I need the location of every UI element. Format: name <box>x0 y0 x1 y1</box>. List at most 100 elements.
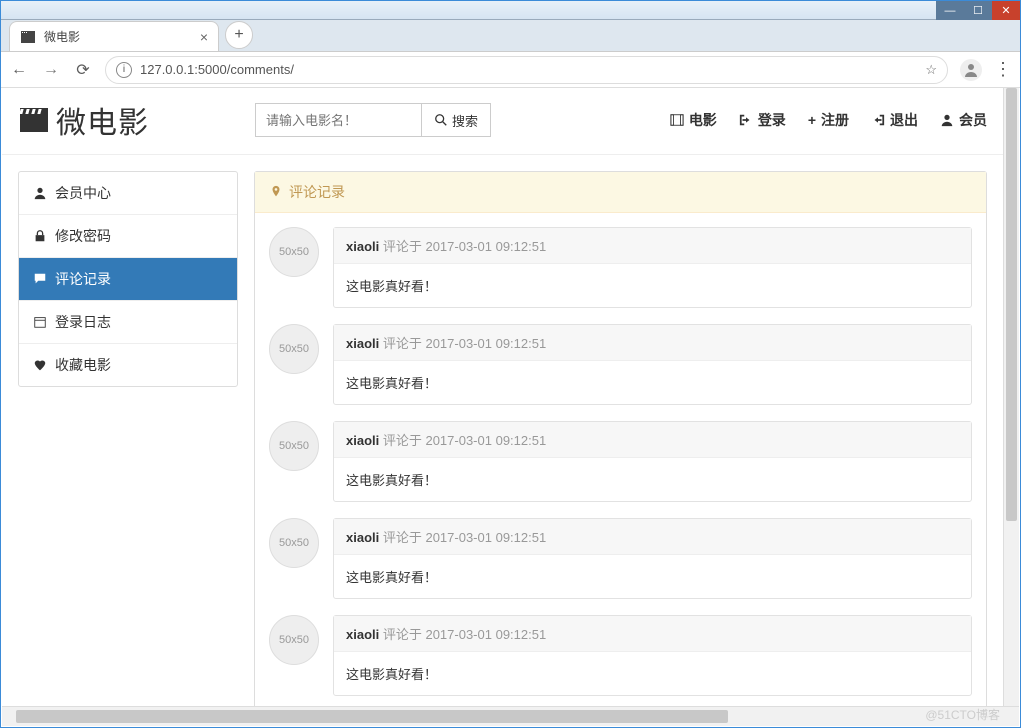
browser-tabstrip: 微电影 × + <box>1 20 1020 52</box>
panel-heading: 评论记录 <box>255 172 986 213</box>
user-icon <box>940 113 954 127</box>
comment-body: 这电影真好看！ <box>334 652 971 695</box>
tab-title: 微电影 <box>44 28 80 45</box>
sidebar-item-label: 会员中心 <box>55 183 111 203</box>
sidebar-item-label: 登录日志 <box>55 312 111 332</box>
comment-meta: 评论于 2017-03-01 09:12:51 <box>379 336 546 351</box>
sidebar-item-favorites[interactable]: 收藏电影 <box>19 344 237 386</box>
comments-panel: 评论记录 50x50 xiaoli 评论于 2017-03-01 09:12:5… <box>254 171 987 706</box>
back-button[interactable]: ← <box>9 61 29 79</box>
comment-item: 50x50 xiaoli 评论于 2017-03-01 09:12:51 这电影… <box>269 324 972 405</box>
user-icon <box>33 186 47 200</box>
comment-user: xiaoli <box>346 336 379 351</box>
window-titlebar: — ☐ ✕ <box>1 1 1020 20</box>
comment-body: 这电影真好看！ <box>334 458 971 501</box>
horizontal-scrollbar[interactable] <box>2 706 1019 726</box>
tab-close-button[interactable]: × <box>200 29 208 45</box>
clapperboard-icon <box>18 104 50 136</box>
search-icon <box>434 113 448 127</box>
comment-header: xiaoli 评论于 2017-03-01 09:12:51 <box>334 325 971 361</box>
comment-body: 这电影真好看！ <box>334 361 971 404</box>
sidebar-item-login-log[interactable]: 登录日志 <box>19 301 237 344</box>
comment-user: xiaoli <box>346 530 379 545</box>
comment-user: xiaoli <box>346 239 379 254</box>
sidebar-item-label: 收藏电影 <box>55 355 111 375</box>
nav-login-label: 登录 <box>758 110 786 130</box>
search-button-label: 搜索 <box>452 111 478 130</box>
comment-item: 50x50 xiaoli 评论于 2017-03-01 09:12:51 这电影… <box>269 421 972 502</box>
sidebar-item-label: 评论记录 <box>55 269 111 289</box>
comment-meta: 评论于 2017-03-01 09:12:51 <box>379 433 546 448</box>
sidebar-item-user-center[interactable]: 会员中心 <box>19 172 237 215</box>
reload-button[interactable]: ⟳ <box>73 60 93 80</box>
search-input[interactable] <box>255 103 421 137</box>
nav-member[interactable]: 会员 <box>940 110 987 130</box>
vertical-scrollbar-thumb[interactable] <box>1006 88 1017 521</box>
comment-meta: 评论于 2017-03-01 09:12:51 <box>379 627 546 642</box>
comment-item: 50x50 xiaoli 评论于 2017-03-01 09:12:51 这电影… <box>269 615 972 696</box>
panel-title: 评论记录 <box>289 182 345 202</box>
address-bar[interactable]: i 127.0.0.1:5000/comments/ ☆ <box>105 56 948 84</box>
comment-avatar: 50x50 <box>269 615 319 665</box>
window-maximize-button[interactable]: ☐ <box>964 1 992 20</box>
nav-register-label: 注册 <box>821 110 849 130</box>
comment-header: xiaoli 评论于 2017-03-01 09:12:51 <box>334 616 971 652</box>
comment-icon <box>33 272 47 286</box>
comment-header: xiaoli 评论于 2017-03-01 09:12:51 <box>334 519 971 555</box>
comment-body: 这电影真好看！ <box>334 264 971 307</box>
browser-menu-button[interactable]: ⋮ <box>994 59 1012 80</box>
search-form: 搜索 <box>255 103 491 137</box>
nav-register[interactable]: +注册 <box>808 110 849 130</box>
window-minimize-button[interactable]: — <box>936 1 964 20</box>
comment-avatar: 50x50 <box>269 421 319 471</box>
nav-movies[interactable]: 电影 <box>670 110 717 130</box>
comment-user: xiaoli <box>346 433 379 448</box>
comment-header: xiaoli 评论于 2017-03-01 09:12:51 <box>334 228 971 264</box>
comment-header: xiaoli 评论于 2017-03-01 09:12:51 <box>334 422 971 458</box>
browser-tab[interactable]: 微电影 × <box>9 21 219 51</box>
profile-avatar-icon[interactable] <box>960 59 982 81</box>
comment-avatar: 50x50 <box>269 518 319 568</box>
panel-body: 50x50 xiaoli 评论于 2017-03-01 09:12:51 这电影… <box>255 213 986 706</box>
search-button[interactable]: 搜索 <box>421 103 491 137</box>
logout-icon <box>871 113 885 127</box>
main-container: 会员中心 修改密码 评论记录 登录日志 收藏电影 <box>2 155 1003 706</box>
horizontal-scrollbar-thumb[interactable] <box>16 710 728 723</box>
watermark: @51CTO博客 <box>925 706 1000 723</box>
comment-bubble: xiaoli 评论于 2017-03-01 09:12:51 这电影真好看！ <box>333 615 972 696</box>
site-header: 微电影 搜索 电影 登录 +注册 退出 会员 <box>2 88 1003 155</box>
comment-avatar: 50x50 <box>269 227 319 277</box>
nav-movies-label: 电影 <box>689 110 717 130</box>
comment-item: 50x50 xiaoli 评论于 2017-03-01 09:12:51 这电影… <box>269 227 972 308</box>
bookmark-star-icon[interactable]: ☆ <box>925 62 937 78</box>
comment-item: 50x50 xiaoli 评论于 2017-03-01 09:12:51 这电影… <box>269 518 972 599</box>
comment-meta: 评论于 2017-03-01 09:12:51 <box>379 530 546 545</box>
nav-logout[interactable]: 退出 <box>871 110 918 130</box>
nav-logout-label: 退出 <box>890 110 918 130</box>
nav-member-label: 会员 <box>959 110 987 130</box>
comment-bubble: xiaoli 评论于 2017-03-01 09:12:51 这电影真好看！ <box>333 324 972 405</box>
site-info-icon[interactable]: i <box>116 62 132 78</box>
vertical-scrollbar[interactable] <box>1003 88 1019 706</box>
site-logo[interactable]: 微电影 <box>18 98 149 142</box>
film-icon <box>670 113 684 127</box>
new-tab-button[interactable]: + <box>225 21 253 49</box>
brand-text: 微电影 <box>56 98 149 142</box>
sidebar-item-comments[interactable]: 评论记录 <box>19 258 237 301</box>
browser-toolbar: ← → ⟳ i 127.0.0.1:5000/comments/ ☆ ⋮ <box>1 52 1020 88</box>
window-close-button[interactable]: ✕ <box>992 1 1020 20</box>
sidebar: 会员中心 修改密码 评论记录 登录日志 收藏电影 <box>18 171 238 387</box>
lock-icon <box>33 229 47 243</box>
forward-button[interactable]: → <box>41 61 61 79</box>
comment-bubble: xiaoli 评论于 2017-03-01 09:12:51 这电影真好看！ <box>333 421 972 502</box>
top-nav: 电影 登录 +注册 退出 会员 <box>670 110 987 130</box>
comment-body: 这电影真好看！ <box>334 555 971 598</box>
sidebar-item-label: 修改密码 <box>55 226 111 246</box>
comment-bubble: xiaoli 评论于 2017-03-01 09:12:51 这电影真好看！ <box>333 518 972 599</box>
calendar-icon <box>33 315 47 329</box>
comment-avatar: 50x50 <box>269 324 319 374</box>
comment-bubble: xiaoli 评论于 2017-03-01 09:12:51 这电影真好看！ <box>333 227 972 308</box>
pin-icon <box>269 185 283 199</box>
nav-login[interactable]: 登录 <box>739 110 786 130</box>
sidebar-item-change-password[interactable]: 修改密码 <box>19 215 237 258</box>
